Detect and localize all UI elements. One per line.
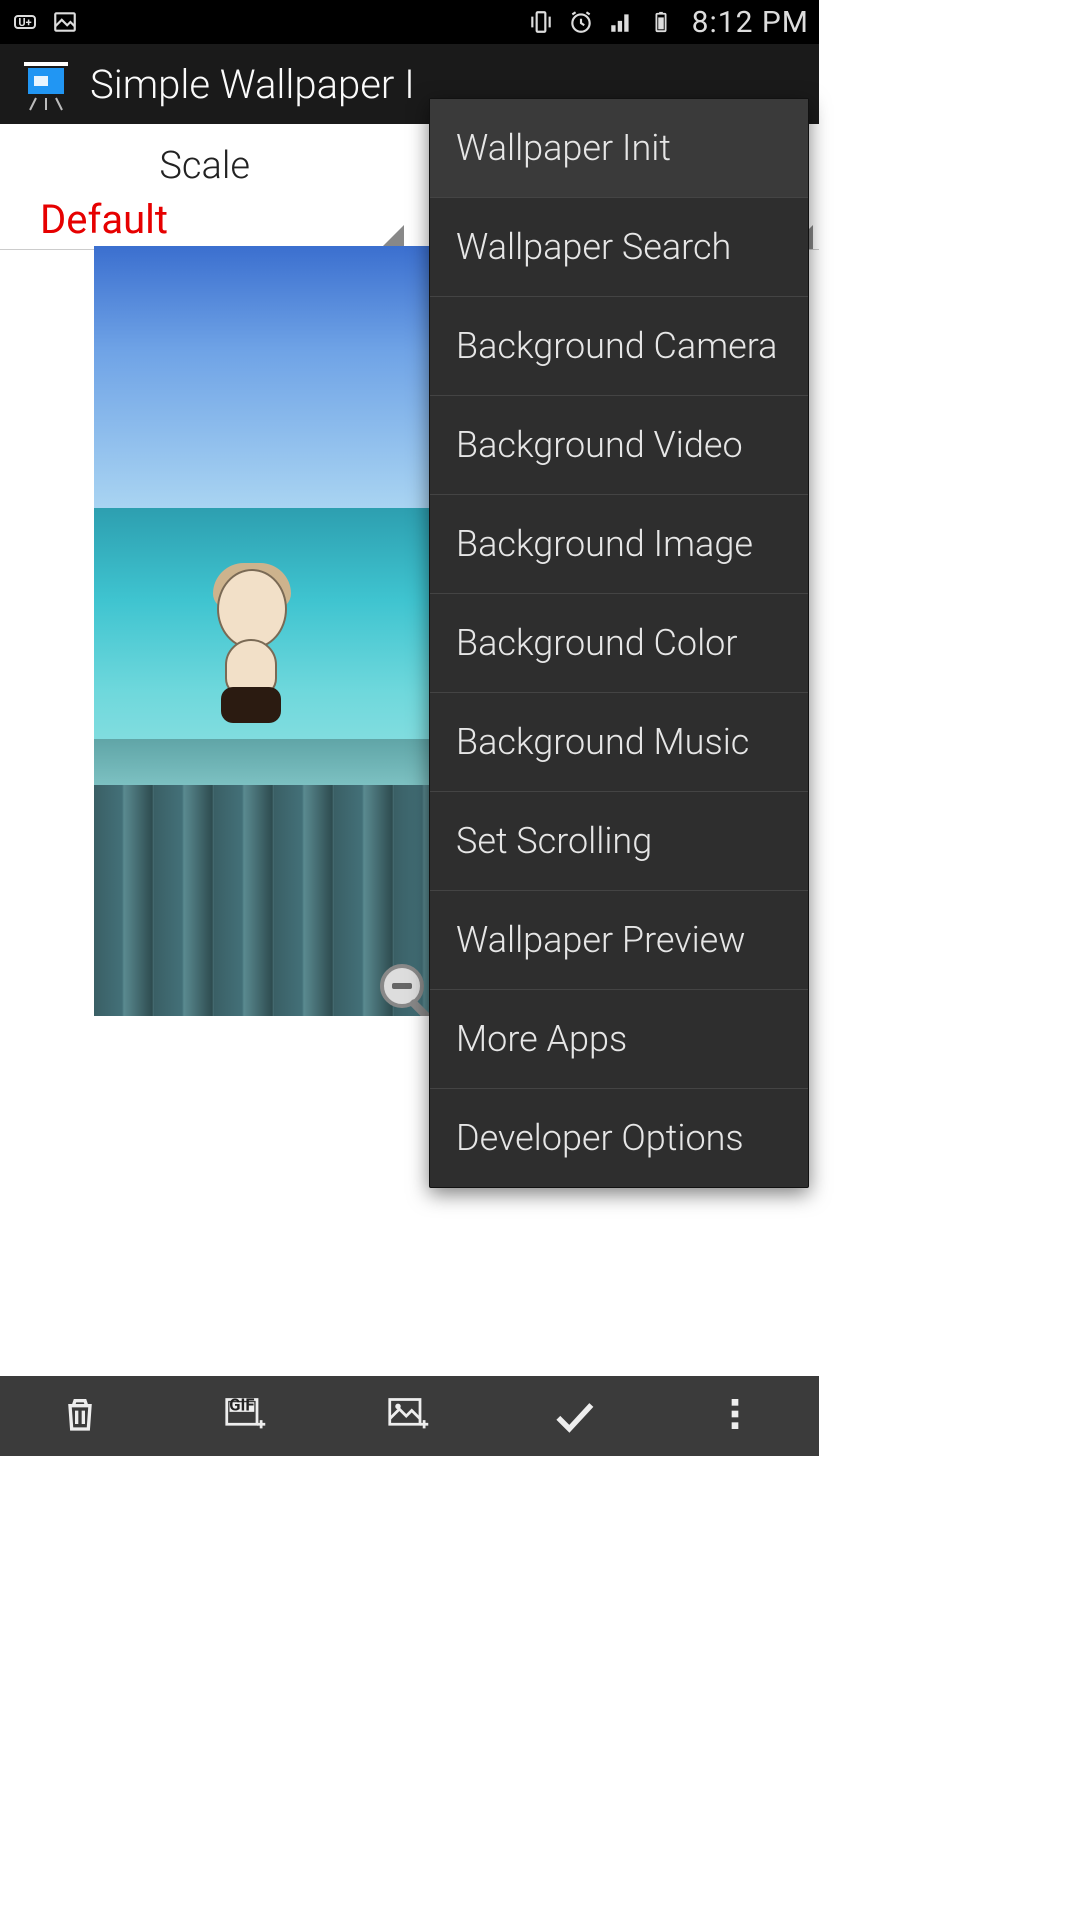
add-image-button[interactable] xyxy=(328,1376,492,1456)
bottom-action-bar: GIF xyxy=(0,1376,819,1456)
menu-item-developer-options[interactable]: Developer Options xyxy=(430,1089,808,1187)
overflow-menu: Wallpaper Init Wallpaper Search Backgrou… xyxy=(429,98,809,1188)
svg-text:GIF: GIF xyxy=(229,1397,254,1416)
menu-item-background-video[interactable]: Background Video xyxy=(430,396,808,495)
scale-label: Scale xyxy=(0,144,410,188)
preview-foreground-figure[interactable] xyxy=(207,569,297,739)
add-gif-button[interactable]: GIF xyxy=(164,1376,328,1456)
easel-picture-icon xyxy=(18,56,74,112)
gif-plus-icon: GIF xyxy=(224,1394,268,1438)
menu-item-more-apps[interactable]: More Apps xyxy=(430,990,808,1089)
menu-item-background-image[interactable]: Background Image xyxy=(430,495,808,594)
app-title: Simple Wallpaper I xyxy=(90,61,415,108)
trash-icon xyxy=(60,1394,104,1438)
battery-icon xyxy=(646,7,676,37)
carrier-icon: U+ xyxy=(10,7,40,37)
menu-item-background-camera[interactable]: Background Camera xyxy=(430,297,808,396)
svg-text:U+: U+ xyxy=(18,16,31,29)
signal-icon xyxy=(606,7,636,37)
picture-icon xyxy=(50,7,80,37)
menu-item-background-color[interactable]: Background Color xyxy=(430,594,808,693)
menu-item-set-scrolling[interactable]: Set Scrolling xyxy=(430,792,808,891)
status-bar: U+ 8:12 PM xyxy=(0,0,819,44)
alarm-icon xyxy=(566,7,596,37)
check-icon xyxy=(551,1394,595,1438)
menu-item-wallpaper-init[interactable]: Wallpaper Init xyxy=(430,99,808,198)
menu-item-wallpaper-preview[interactable]: Wallpaper Preview xyxy=(430,891,808,990)
image-plus-icon xyxy=(387,1394,431,1438)
delete-button[interactable] xyxy=(0,1376,164,1456)
scale-dropdown-value: Default xyxy=(40,196,168,243)
overflow-button[interactable] xyxy=(655,1376,819,1456)
menu-item-background-music[interactable]: Background Music xyxy=(430,693,808,792)
more-vert-icon xyxy=(715,1394,759,1438)
menu-item-wallpaper-search[interactable]: Wallpaper Search xyxy=(430,198,808,297)
status-time: 8:12 PM xyxy=(692,5,809,40)
vibrate-icon xyxy=(526,7,556,37)
scale-dropdown[interactable]: Default xyxy=(0,188,410,249)
confirm-button[interactable] xyxy=(491,1376,655,1456)
